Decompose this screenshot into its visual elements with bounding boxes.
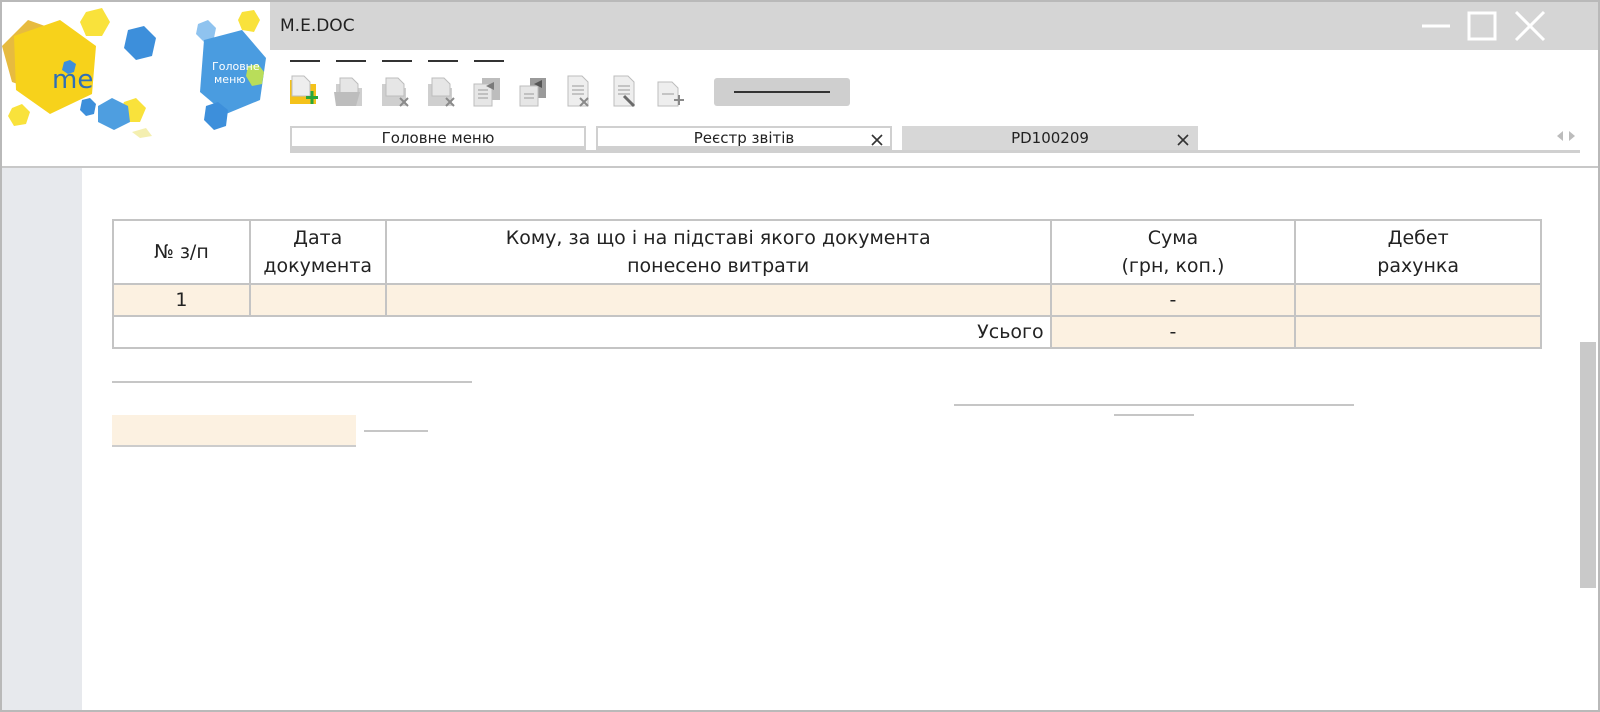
main-menu-badge-l2: меню — [214, 73, 246, 86]
maximize-icon — [1467, 11, 1497, 41]
header-number: № з/п — [112, 219, 251, 285]
remove-row-button[interactable] — [562, 74, 596, 110]
medoc-logo: me doc Головне меню — [2, 8, 266, 138]
tab-label: PD100209 — [1011, 129, 1089, 147]
cell-description[interactable] — [384, 283, 1052, 317]
menu-item-1[interactable] — [290, 60, 320, 68]
add-row-button[interactable] — [654, 74, 688, 110]
scrollbar-thumb[interactable] — [1580, 342, 1596, 588]
minimize-icon — [1422, 24, 1450, 28]
cell-date[interactable] — [248, 283, 387, 317]
menu-item-4[interactable] — [428, 60, 458, 68]
close-icon — [1177, 134, 1189, 146]
close-button[interactable] — [1510, 10, 1550, 42]
copy-document-button[interactable] — [470, 74, 504, 110]
tab-bar: Головне меню Реєстр звітів PD100209 — [290, 126, 1580, 152]
tab-scroll-arrows[interactable] — [1554, 128, 1578, 142]
total-sum[interactable]: - — [1049, 315, 1297, 349]
tab-close-button[interactable] — [1176, 132, 1190, 146]
close-icon — [871, 134, 883, 146]
date-suffix-line — [364, 430, 428, 432]
document-content: № з/п Дата документа Кому, за що і на під… — [82, 168, 1576, 710]
move-document-button[interactable] — [516, 74, 550, 110]
logo-me-text: me — [52, 65, 93, 95]
signature-caption-line — [1114, 414, 1194, 416]
logo-area: me doc Головне меню — [2, 2, 270, 166]
delete-folder-button[interactable] — [424, 74, 458, 110]
tab-pd100209[interactable]: PD100209 — [902, 126, 1198, 150]
expenses-table: № з/п Дата документа Кому, за що і на під… — [112, 219, 1542, 349]
cell-debit[interactable] — [1294, 283, 1542, 317]
open-folder-icon — [334, 77, 362, 106]
tab-main-menu[interactable]: Головне меню — [290, 126, 586, 150]
new-document-button[interactable] — [286, 74, 320, 110]
minimize-button[interactable] — [1414, 10, 1454, 42]
app-title: M.E.DOC — [280, 16, 355, 36]
tab-label: Реєстр звітів — [693, 129, 795, 147]
total-debit[interactable] — [1294, 315, 1542, 349]
table-row: 1 - — [112, 283, 1542, 317]
cell-number[interactable]: 1 — [112, 283, 251, 317]
delete-folder-icon — [428, 77, 455, 107]
toolbar — [270, 50, 1598, 120]
menu-item-2[interactable] — [336, 60, 366, 68]
menu-item-5[interactable] — [474, 60, 504, 68]
title-bar: M.E.DOC — [270, 2, 1598, 50]
header-description: Кому, за що і на підставі якого документ… — [384, 219, 1052, 285]
header-debit: Дебет рахунка — [1294, 219, 1542, 285]
date-input[interactable] — [112, 415, 356, 447]
copy-document-icon — [473, 78, 500, 107]
left-gutter — [2, 168, 82, 710]
tab-label: Головне меню — [381, 129, 495, 147]
logo-doc-text: doc — [94, 65, 141, 95]
delete-document-button[interactable] — [378, 74, 412, 110]
tab-reports-registry[interactable]: Реєстр звітів — [596, 126, 892, 150]
table-header-row: № з/п Дата документа Кому, за що і на під… — [112, 219, 1542, 285]
tabs-underline — [290, 150, 1580, 153]
move-document-icon — [519, 78, 546, 107]
cell-sum[interactable]: - — [1049, 283, 1297, 317]
toolbar-wide-button[interactable] — [714, 78, 850, 106]
chevron-left-right-icon — [1557, 131, 1575, 141]
app-window: me doc Головне меню M.E.DOC Головне меню… — [0, 0, 1600, 712]
tab-close-button[interactable] — [870, 132, 884, 146]
edit-document-button[interactable] — [608, 74, 642, 110]
total-label: Усього — [112, 315, 1052, 349]
close-icon — [1514, 10, 1546, 42]
table-total-row: Усього - — [112, 315, 1542, 349]
open-folder-button[interactable] — [332, 74, 366, 110]
menu-item-3[interactable] — [382, 60, 412, 68]
add-row-icon — [657, 81, 684, 107]
new-document-icon — [290, 75, 318, 104]
edit-document-icon — [613, 75, 636, 108]
signature-line-right — [954, 404, 1354, 406]
delete-document-icon — [382, 77, 409, 107]
app-header: me doc Головне меню M.E.DOC Головне меню… — [2, 2, 1598, 168]
signature-line-left — [112, 381, 472, 383]
remove-row-icon — [567, 75, 589, 107]
maximize-button[interactable] — [1462, 10, 1502, 42]
main-menu-badge-l1: Головне — [212, 60, 260, 73]
header-sum: Сума (грн, коп.) — [1049, 219, 1297, 285]
header-date: Дата документа — [248, 219, 387, 285]
